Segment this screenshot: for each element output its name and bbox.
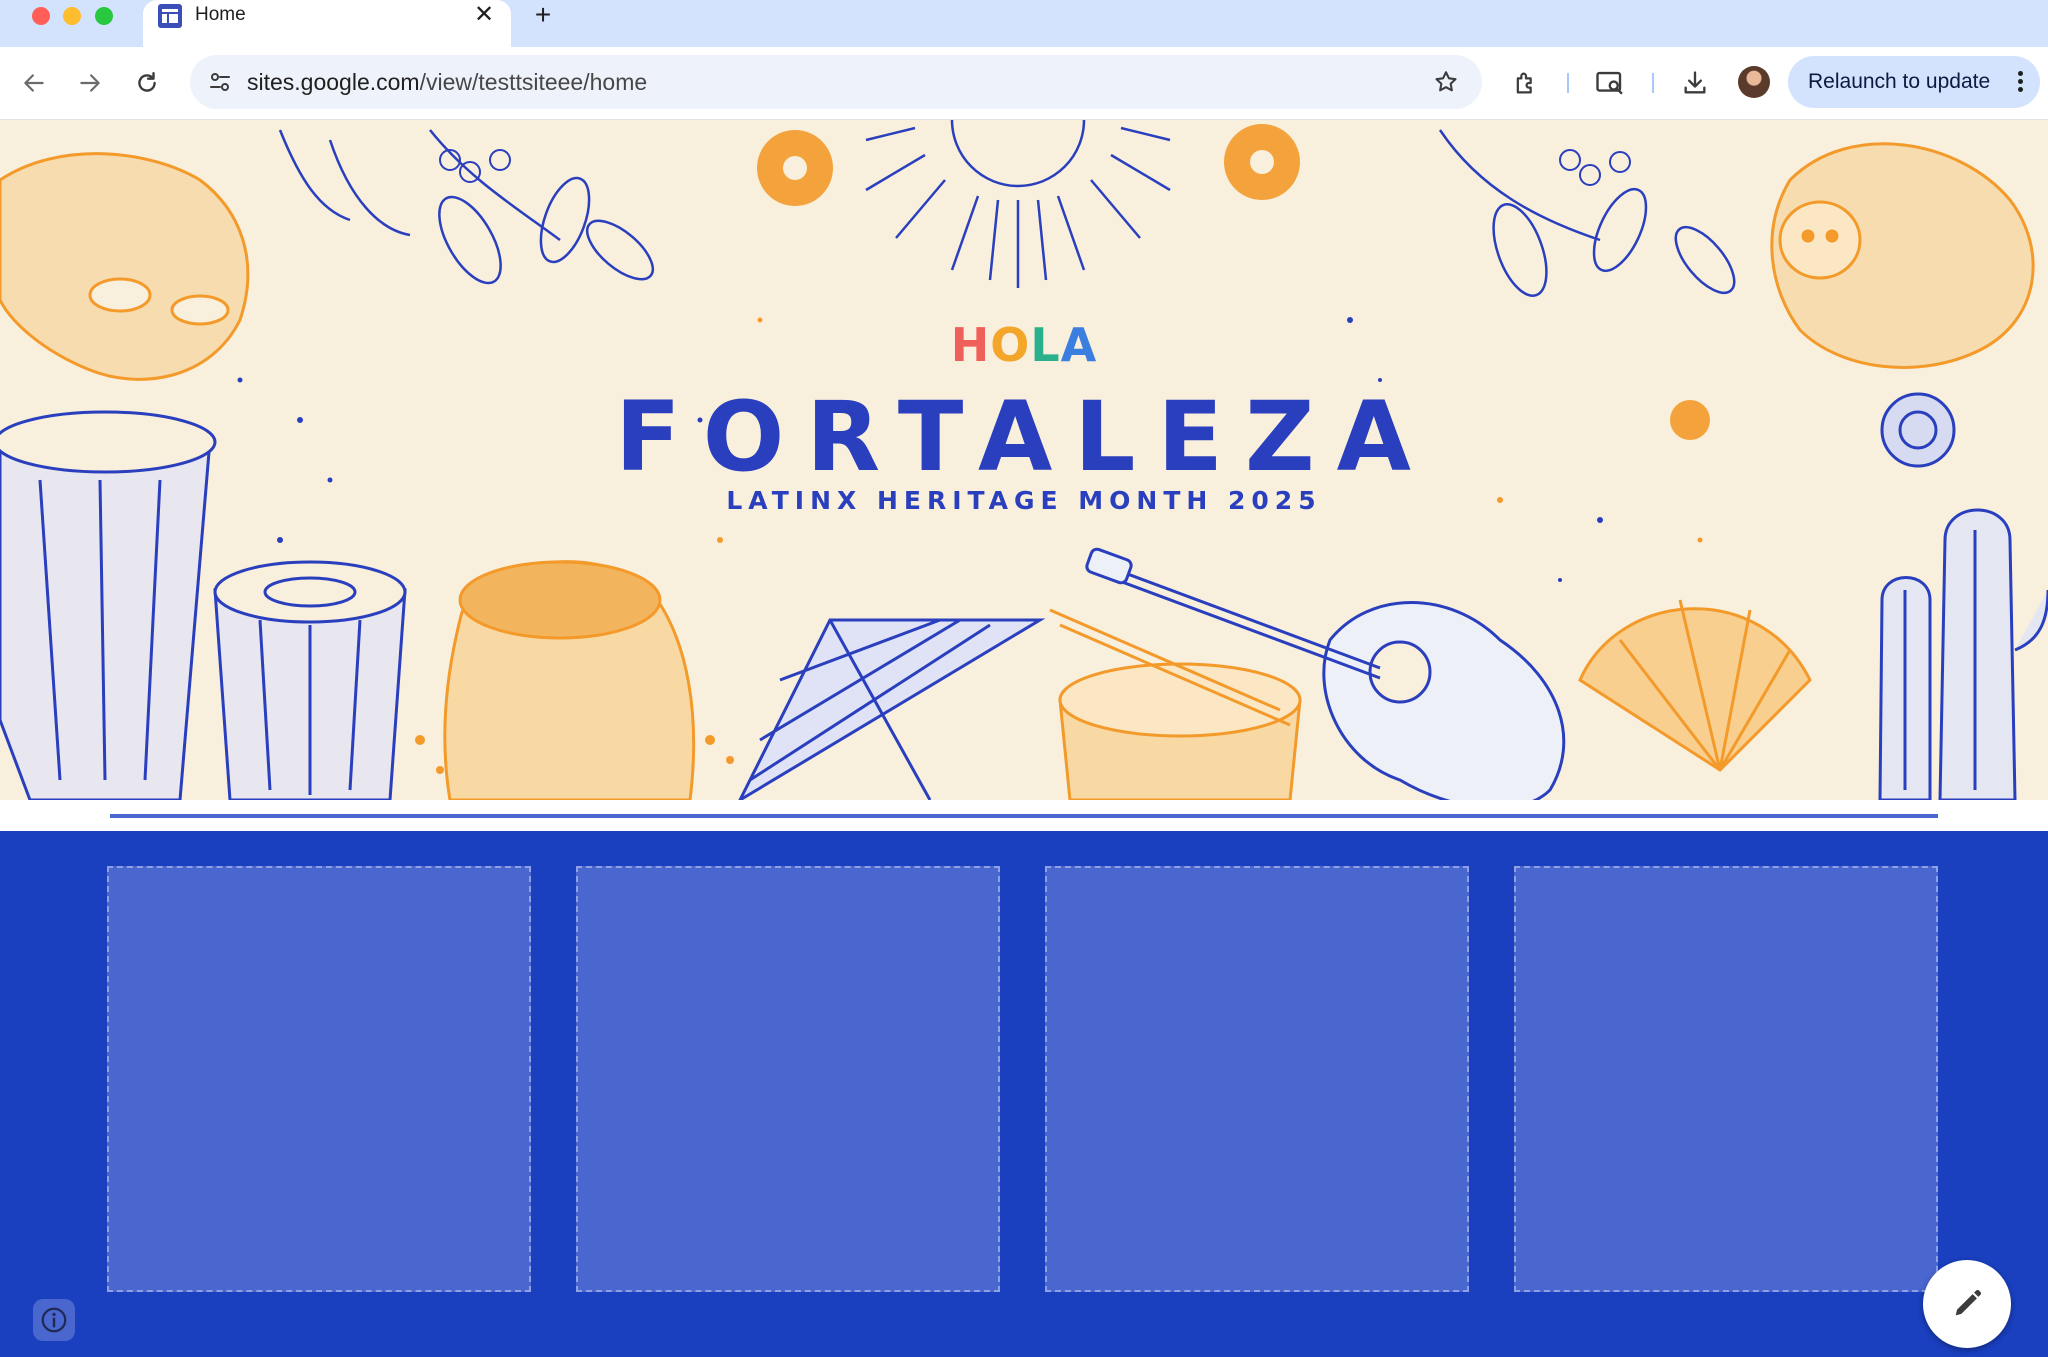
site-info-button[interactable]: [33, 1299, 75, 1341]
toolbar-divider: [1652, 73, 1654, 93]
coffee-sack-icon: [443, 560, 696, 800]
content-placeholder-4[interactable]: [1514, 866, 1938, 1292]
url-host: sites.google.com: [247, 69, 420, 95]
back-arrow-icon: [24, 74, 44, 92]
hola-letter: H: [950, 318, 991, 372]
tab-home[interactable]: Home ✕: [143, 0, 511, 47]
tab-strip: Home ✕ +: [0, 0, 2048, 47]
maximize-window-button[interactable]: [95, 7, 113, 25]
download-icon[interactable]: [1677, 65, 1713, 101]
hola-heading: HOLA: [0, 318, 2048, 372]
content-placeholder-1[interactable]: [107, 866, 531, 1292]
leaves-icon: [429, 129, 1736, 297]
tab-close-button[interactable]: ✕: [471, 2, 497, 28]
new-tab-button[interactable]: +: [528, 0, 558, 30]
hola-letter: O: [990, 318, 1031, 372]
browser-toolbar: sites.google.com/view/testtsiteee/home R…: [0, 47, 2048, 120]
content-placeholder-2[interactable]: [576, 866, 1000, 1292]
content-placeholder-3[interactable]: [1045, 866, 1469, 1292]
cactus-icon: [1878, 508, 2048, 800]
banner-title: FORTALEZA: [615, 381, 1433, 493]
forward-button[interactable]: [72, 65, 108, 101]
profile-avatar[interactable]: [1738, 66, 1770, 98]
back-button[interactable]: [16, 65, 52, 101]
edit-button[interactable]: [1923, 1260, 2011, 1348]
more-menu-icon[interactable]: [2016, 68, 2024, 96]
forward-arrow-icon: [80, 74, 100, 92]
extensions-icon[interactable]: [1508, 65, 1544, 101]
relaunch-label: Relaunch to update: [1808, 70, 1991, 93]
site-info-icon[interactable]: [204, 66, 236, 98]
reload-icon: [138, 72, 156, 92]
snare-drum-icon: [1049, 608, 1302, 800]
banner-subtitle: LATINX HERITAGE MONTH 2025: [726, 486, 1322, 515]
fan-icon: [738, 618, 1046, 800]
fan-icon: [1578, 599, 1812, 772]
address-bar[interactable]: sites.google.com/view/testtsiteee/home: [190, 55, 1482, 109]
google-sites-icon: [158, 4, 182, 28]
hero-banner: HOLA FORTALEZA LATINX HERITAGE MONTH 202…: [0, 120, 2048, 800]
sun-icon: [865, 120, 1171, 288]
pencil-icon: [1955, 1289, 1982, 1316]
url-text[interactable]: sites.google.com/view/testtsiteee/home: [247, 69, 647, 95]
url-path: /view/testtsiteee/home: [419, 69, 648, 95]
horizontal-divider: [110, 814, 1938, 818]
hola-letter: L: [1030, 318, 1061, 372]
reload-button[interactable]: [129, 65, 165, 101]
close-window-button[interactable]: [32, 7, 50, 25]
toolbar-divider: [1567, 73, 1569, 93]
search-tabs-icon[interactable]: [1592, 65, 1628, 101]
minimize-window-button[interactable]: [63, 7, 81, 25]
info-icon: [41, 1307, 67, 1333]
tab-title: Home: [195, 4, 246, 25]
relaunch-to-update-button[interactable]: Relaunch to update: [1788, 56, 2040, 108]
hola-letter: A: [1060, 318, 1098, 372]
bookmark-star-icon[interactable]: [1430, 66, 1462, 98]
